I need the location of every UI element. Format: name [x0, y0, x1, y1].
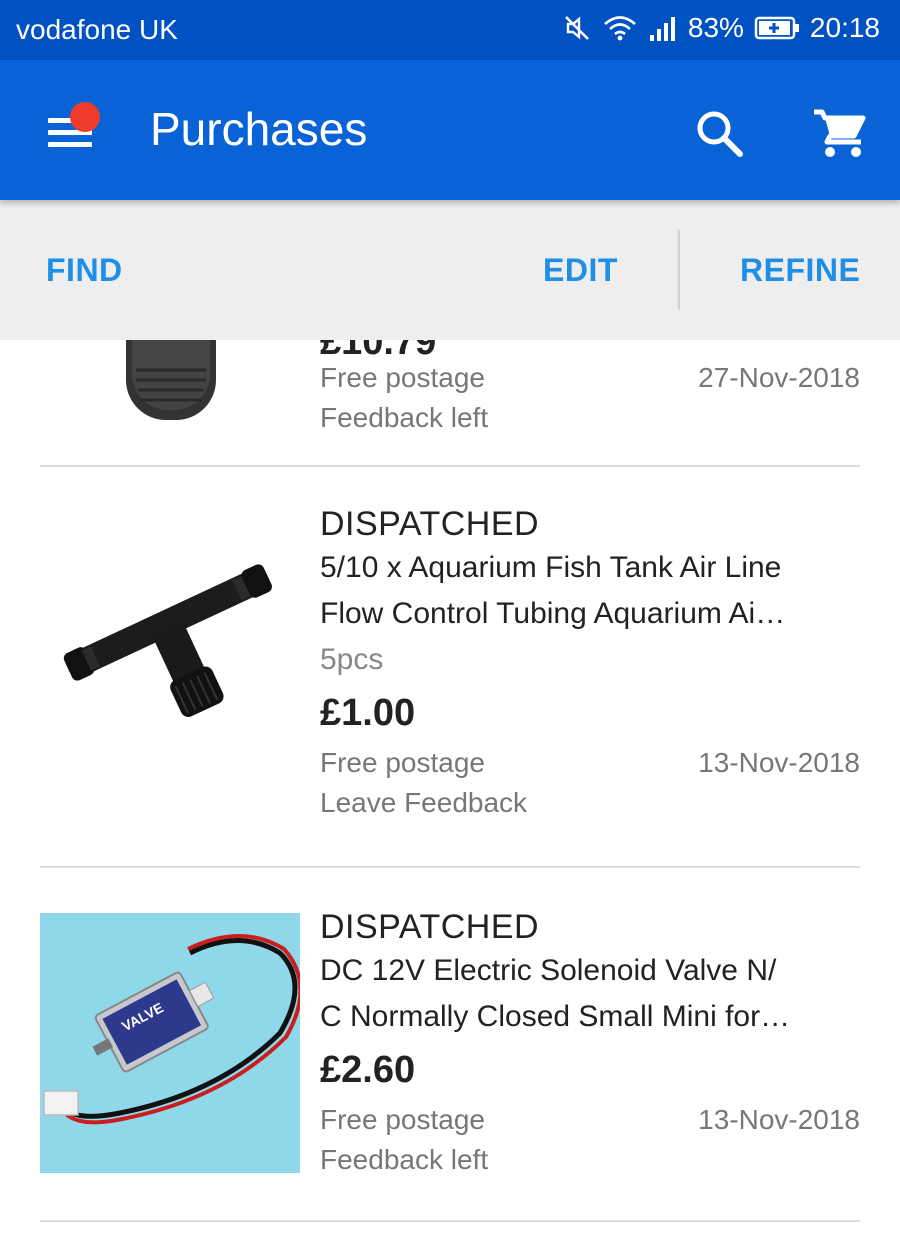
list-divider — [40, 1220, 860, 1222]
find-button[interactable]: FIND — [46, 252, 123, 289]
item-date: 27-Nov-2018 — [698, 362, 860, 393]
item-postage: Free postage — [320, 747, 485, 778]
signal-icon — [648, 13, 678, 43]
battery-level: 83% — [687, 12, 744, 43]
item-date: 13-Nov-2018 — [698, 1104, 860, 1135]
item-price: £1.00 — [320, 692, 416, 734]
item-feedback[interactable]: Feedback left — [320, 1140, 860, 1180]
item-variant: 5pcs — [320, 643, 384, 676]
search-icon — [697, 111, 743, 157]
purchase-item[interactable]: DISPATCHED 5/10 x Aquarium Fish Tank Air… — [0, 467, 900, 867]
item-title-line2[interactable]: Flow Control Tubing Aquarium Ai… — [320, 591, 860, 637]
page-title: Purchases — [150, 103, 368, 155]
item-date: 13-Nov-2018 — [698, 747, 860, 778]
cart-button[interactable] — [810, 104, 870, 164]
item-status: DISPATCHED — [320, 908, 540, 946]
item-title-line1[interactable]: DC 12V Electric Solenoid Valve N/ — [320, 948, 860, 994]
air-valve-image — [40, 497, 300, 757]
item-feedback[interactable]: Leave Feedback — [320, 783, 860, 823]
refine-button[interactable]: REFINE — [740, 252, 860, 289]
battery-charging-icon — [754, 13, 800, 43]
item-postage: Free postage — [320, 1104, 485, 1135]
item-postage-row: Free postage 13-Nov-2018 — [320, 743, 860, 783]
purchase-item[interactable]: VALVE DISPATCHED DC 12V Electric Solenoi… — [0, 868, 900, 1220]
status-icons: 83% 20:18 — [562, 12, 880, 44]
item-feedback[interactable]: Feedback left — [320, 398, 860, 438]
purchase-item[interactable]: £10.79 Free postage 27-Nov-2018 Feedback… — [0, 340, 900, 470]
notification-dot — [70, 102, 100, 132]
edit-button[interactable]: EDIT — [543, 252, 618, 289]
carrier-name: vodafone UK — [16, 14, 178, 45]
search-button[interactable] — [692, 106, 748, 162]
item-title-line1[interactable]: 5/10 x Aquarium Fish Tank Air Line — [320, 545, 860, 591]
clock: 20:18 — [809, 12, 880, 43]
item-status: DISPATCHED — [320, 505, 540, 543]
item-postage-row: Free postage 13-Nov-2018 — [320, 1100, 860, 1140]
cart-icon — [814, 109, 866, 157]
item-postage: Free postage — [320, 362, 485, 393]
purchase-list: £10.79 Free postage 27-Nov-2018 Feedback… — [0, 340, 900, 1242]
status-bar: vodafone UK 83% 20:18 — [0, 0, 900, 60]
mute-icon — [562, 13, 592, 43]
action-bar: FIND EDIT REFINE — [0, 200, 900, 340]
item-postage-row: Free postage 27-Nov-2018 — [320, 358, 860, 398]
solenoid-valve-image: VALVE — [40, 913, 303, 1173]
item-title-line2[interactable]: C Normally Closed Small Mini for… — [320, 994, 860, 1040]
app-bar: Purchases — [0, 60, 900, 200]
action-divider — [678, 230, 680, 310]
tyre-image — [40, 340, 300, 480]
item-price: £2.60 — [320, 1049, 416, 1091]
menu-button[interactable] — [44, 102, 104, 162]
wifi-icon — [602, 13, 638, 43]
